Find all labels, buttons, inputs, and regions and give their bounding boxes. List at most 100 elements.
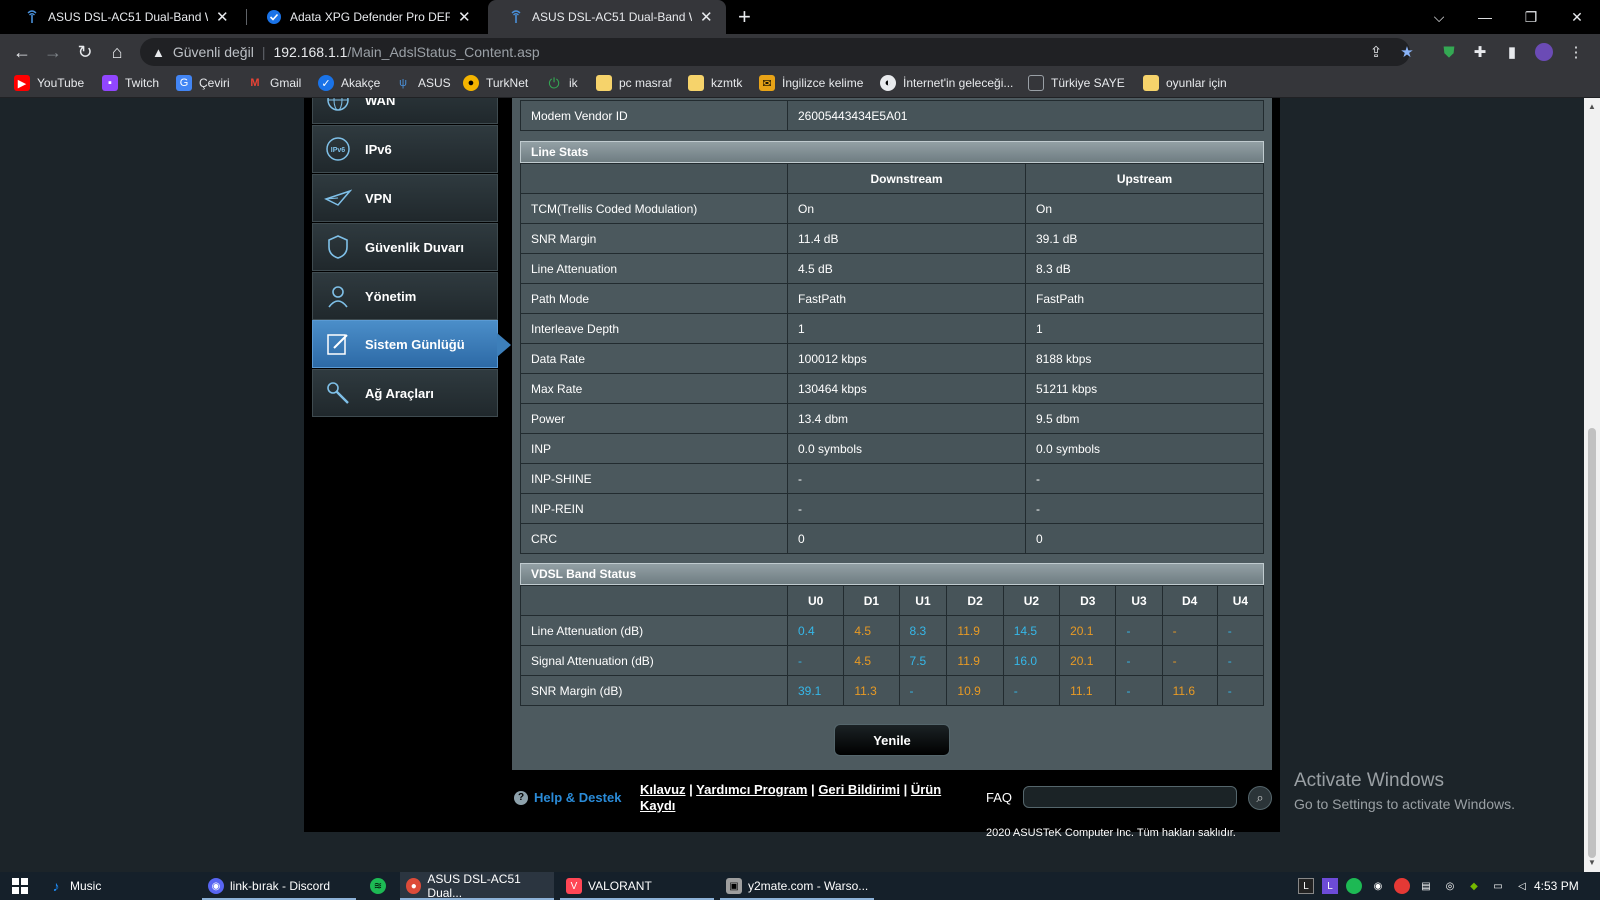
table-row: Interleave Depth 1 1 [520, 313, 1264, 344]
power-icon: ⏻ [548, 74, 560, 91]
folder-icon [1143, 75, 1159, 91]
scrollbar-thumb[interactable] [1588, 428, 1596, 858]
twitch-icon: ▪ [102, 75, 118, 91]
faq-search-input[interactable] [1023, 786, 1237, 808]
bookmark-ik[interactable]: ⏻ ik [546, 74, 577, 91]
bookmark-twitch[interactable]: ▪ Twitch [102, 75, 159, 91]
akakce-icon: ✓ [318, 75, 334, 91]
tray-steam-icon[interactable]: ◎ [1442, 878, 1458, 894]
band-value: 39.1 [786, 675, 845, 706]
menu-item-wan[interactable]: WAN [312, 98, 498, 124]
bookmark-asus[interactable]: ψ ASUS [395, 75, 451, 91]
tab-close-icon[interactable]: ✕ [458, 8, 471, 26]
taskbar-label: VALORANT [588, 879, 652, 893]
tray-app-icon[interactable]: L [1298, 878, 1314, 894]
vdsl-band-title: VDSL Band Status [520, 563, 1264, 585]
utility-link[interactable]: Yardımcı Program [696, 782, 807, 797]
address-bar[interactable]: ▲ Güvenli değil | 192.168.1.1 /Main_Adsl… [140, 38, 1410, 66]
menu-item-ipv6[interactable]: IPv6 IPv6 [312, 125, 498, 173]
bookmark-label: Çeviri [199, 76, 230, 90]
bookmark-oyunlar[interactable]: oyunlar için [1143, 75, 1227, 91]
menu-item-firewall[interactable]: Güvenlik Duvarı [312, 223, 498, 271]
tray-lv-icon[interactable]: L [1322, 878, 1338, 894]
tray-record-icon[interactable] [1394, 878, 1410, 894]
footer-links: Kılavuz | Yardımcı Program | Geri Bildir… [640, 782, 942, 813]
help-support-link[interactable]: ? Help & Destek [514, 790, 621, 805]
page-scrollbar[interactable]: ▲ ▼ [1584, 98, 1600, 872]
feedback-link[interactable]: Geri Bildirimi [818, 782, 900, 797]
bookmark-internet[interactable]: ◐ İnternet'in geleceği... [880, 75, 1013, 91]
bookmark-label: İnternet'in geleceği... [903, 76, 1014, 90]
search-icon[interactable]: ⌕ [1248, 786, 1272, 810]
minimize-button[interactable]: — [1462, 0, 1508, 34]
scroll-up-icon[interactable]: ▲ [1588, 102, 1596, 111]
band-value: 11.1 [1059, 675, 1117, 706]
table-row: Max Rate 130464 kbps 51211 kbps [520, 373, 1264, 404]
taskbar-valorant[interactable]: V VALORANT [560, 872, 714, 900]
row-label: Data Rate [520, 343, 788, 374]
new-tab-button[interactable]: + [738, 4, 751, 30]
band-header: D2 [946, 585, 1004, 616]
tray-epic-icon[interactable]: ▤ [1418, 878, 1434, 894]
band-value: - [1115, 615, 1163, 646]
taskbar-music[interactable]: ♪ Music [42, 872, 196, 900]
table-row: SNR Margin (dB) 39.1 11.3-10.9-11.1-11.6- [520, 675, 1265, 706]
windows-logo-icon [12, 878, 28, 894]
bookmark-pc-masraf[interactable]: pc masraf [596, 75, 672, 91]
profile-avatar[interactable] [1535, 43, 1553, 61]
menu-item-vpn[interactable]: VPN [312, 174, 498, 222]
restore-button[interactable]: ❐ [1508, 0, 1554, 34]
bookmark-star-icon[interactable]: ★ [1398, 43, 1416, 61]
side-panel-icon[interactable]: ▮ [1503, 43, 1521, 61]
bookmark-gmail[interactable]: M Gmail [247, 75, 301, 91]
discord-icon: ◉ [208, 878, 224, 894]
extensions-puzzle-icon[interactable]: ✚ [1471, 43, 1489, 61]
downstream-value: FastPath [787, 283, 1026, 314]
start-button[interactable] [6, 872, 28, 900]
share-icon[interactable]: ⇪ [1367, 43, 1385, 61]
taskbar-chrome[interactable]: ● ASUS DSL-AC51 Dual... [400, 872, 554, 900]
downstream-value: 13.4 dbm [787, 403, 1026, 434]
manual-link[interactable]: Kılavuz [640, 782, 686, 797]
bookmark-ingilizce[interactable]: ✉ İngilizce kelime [759, 75, 863, 91]
scroll-down-icon[interactable]: ▼ [1588, 858, 1596, 867]
close-window-button[interactable]: ✕ [1554, 0, 1600, 34]
volume-icon[interactable]: ◁ [1514, 878, 1530, 894]
taskbar-label: ASUS DSL-AC51 Dual... [427, 872, 521, 900]
tab-asus-1[interactable]: ASUS DSL-AC51 Dual-Band Wirel ✕ [4, 0, 244, 34]
bookmark-turkiye-saye[interactable]: Türkiye SAYE [1028, 75, 1125, 91]
refresh-button[interactable]: Yenile [834, 724, 950, 756]
bookmark-kzmtk[interactable]: kzmtk [688, 75, 742, 91]
upstream-value: - [1025, 493, 1264, 524]
reload-icon[interactable]: ↻ [74, 41, 96, 63]
vpn-icon [323, 183, 353, 213]
tab-close-icon[interactable]: ✕ [216, 8, 229, 26]
tab-close-icon[interactable]: ✕ [700, 8, 713, 26]
taskbar-clock[interactable]: 4:53 PM [1534, 879, 1579, 893]
bookmark-akakce[interactable]: ✓ Akakçe [318, 75, 380, 91]
tray-spotify-icon[interactable] [1346, 878, 1362, 894]
menu-item-network-tools[interactable]: Ağ Araçları [312, 369, 498, 417]
forward-arrow-icon[interactable]: → [42, 41, 64, 63]
tray-discord-icon[interactable]: ◉ [1370, 878, 1386, 894]
tab-asus-active[interactable]: ASUS DSL-AC51 Dual-Band Wirel ✕ [488, 0, 726, 34]
taskbar-spotify[interactable]: ≋ [364, 872, 404, 900]
tray-nvidia-icon[interactable]: ◆ [1466, 878, 1482, 894]
upstream-value: - [1025, 463, 1264, 494]
bookmark-youtube[interactable]: ▶ YouTube [14, 75, 84, 91]
bookmark-turknet[interactable]: ● TurkNet [463, 75, 528, 91]
taskbar-video[interactable]: ▣ y2mate.com - Warso... [720, 872, 874, 900]
menu-item-administration[interactable]: Yönetim [312, 272, 498, 320]
downstream-value: On [787, 193, 1026, 224]
adblock-shield-icon[interactable]: ⛊ [1440, 43, 1458, 61]
menu-item-system-log[interactable]: Sistem Günlüğü [312, 320, 511, 368]
tab-adata[interactable]: Adata XPG Defender Pro DEFEND ✕ [246, 0, 486, 34]
home-icon[interactable]: ⌂ [106, 41, 128, 63]
back-arrow-icon[interactable]: ← [11, 41, 33, 63]
tab-search-button[interactable]: ⌵ [1416, 0, 1462, 34]
network-icon[interactable]: ▭ [1490, 878, 1506, 894]
bookmark-ceviri[interactable]: G Çeviri [176, 75, 230, 91]
menu-dots-icon[interactable]: ⋮ [1567, 43, 1585, 61]
taskbar-discord[interactable]: ◉ link-bırak - Discord [202, 872, 356, 900]
band-header: U0 [786, 585, 845, 616]
